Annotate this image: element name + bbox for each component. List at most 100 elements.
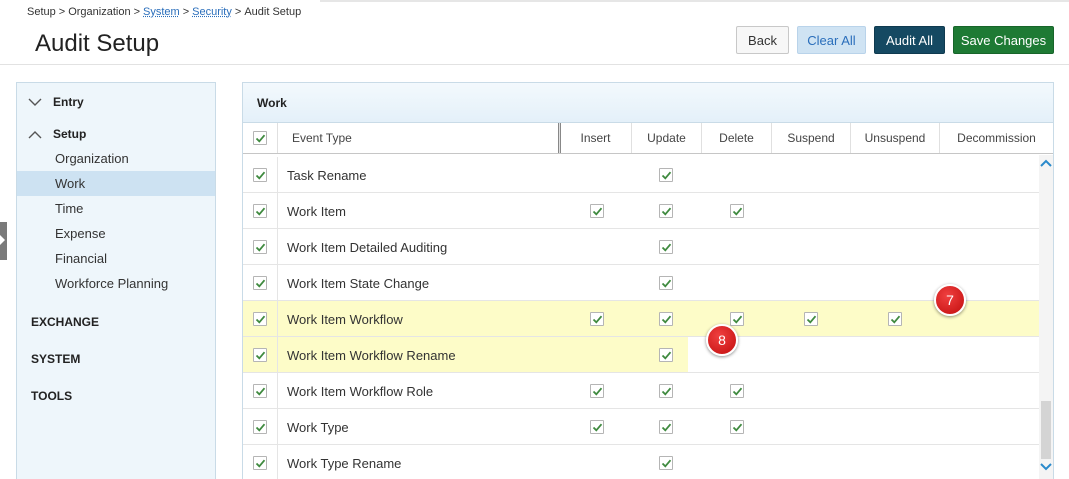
audit-insert-checkbox[interactable] (590, 384, 604, 398)
header-divider (0, 64, 1069, 65)
event-type-label: Work Type Rename (287, 455, 402, 471)
row-select-checkbox[interactable] (253, 240, 267, 254)
breadcrumb-separator: > (133, 6, 140, 18)
audit-delete-checkbox[interactable] (730, 204, 744, 218)
sidebar-nav: Entry Setup Organization Work Time Expen… (16, 82, 216, 479)
event-type-label: Task Rename (287, 167, 367, 183)
column-resize-handle[interactable] (558, 123, 561, 153)
cell-divider (277, 409, 278, 445)
event-type-label: Work Type (287, 419, 349, 435)
column-header-unsuspend[interactable]: Unsuspend (851, 123, 940, 153)
audit-update-checkbox[interactable] (659, 348, 673, 362)
row-select-checkbox[interactable] (253, 312, 267, 326)
breadcrumb: Setup > Organization > System > Security > Audit… (27, 6, 301, 18)
page-title: Audit Setup (35, 30, 160, 57)
sidebar-item-time[interactable]: Time (17, 196, 215, 221)
event-type-label: Work Item Workflow Role (287, 383, 434, 399)
sidebar-section-setup[interactable]: Setup (17, 122, 215, 146)
audit-insert-checkbox[interactable] (590, 312, 604, 326)
row-select-checkbox[interactable] (253, 384, 267, 398)
table-header: Event Type Insert Update Delete Suspend … (243, 123, 1053, 154)
event-type-label: Work Item (287, 203, 346, 219)
column-header-update[interactable]: Update (632, 123, 702, 153)
table-row: Work Item Workflow Role (243, 373, 1039, 409)
cell-divider (277, 301, 278, 337)
audit-update-checkbox[interactable] (659, 168, 673, 182)
breadcrumb-separator: > (58, 6, 66, 18)
callout-badge-7: 7 (934, 284, 966, 316)
row-select-checkbox[interactable] (253, 168, 267, 182)
breadcrumb-organization[interactable]: Organization (68, 6, 130, 18)
audit-update-checkbox[interactable] (659, 312, 673, 326)
audit-insert-checkbox[interactable] (590, 420, 604, 434)
cell-divider (277, 193, 278, 229)
audit-update-checkbox[interactable] (659, 384, 673, 398)
cell-divider (277, 157, 278, 193)
cell-divider (277, 337, 278, 373)
audit-all-button[interactable]: Audit All (874, 26, 945, 54)
event-type-label: Work Item Detailed Auditing (287, 239, 448, 255)
audit-insert-checkbox[interactable] (590, 204, 604, 218)
audit-delete-checkbox[interactable] (730, 312, 744, 326)
chevron-up-icon (17, 130, 53, 139)
sidebar-category-system[interactable]: SYSTEM (31, 352, 80, 366)
breadcrumb-separator: > (234, 6, 242, 18)
chevron-down-icon (17, 98, 53, 107)
column-header-insert[interactable]: Insert (560, 123, 632, 153)
audit-delete-checkbox[interactable] (730, 384, 744, 398)
audit-update-checkbox[interactable] (659, 420, 673, 434)
breadcrumb-audit-setup: Audit Setup (244, 6, 302, 18)
column-header-event-type[interactable]: Event Type (278, 123, 560, 153)
breadcrumb-security[interactable]: Security (192, 6, 232, 18)
audit-update-checkbox[interactable] (659, 276, 673, 290)
save-changes-button[interactable]: Save Changes (953, 26, 1054, 54)
row-select-checkbox[interactable] (253, 420, 267, 434)
table-row: Task Rename (243, 157, 1039, 193)
event-type-label: Work Item State Change (287, 275, 430, 291)
row-select-checkbox[interactable] (253, 204, 267, 218)
audit-update-checkbox[interactable] (659, 456, 673, 470)
sidebar-item-workforce-planning[interactable]: Workforce Planning (17, 271, 215, 296)
audit-update-checkbox[interactable] (659, 240, 673, 254)
audit-suspend-checkbox[interactable] (804, 312, 818, 326)
table-row: Work Item Detailed Auditing (243, 229, 1039, 265)
select-all-checkbox[interactable] (253, 131, 267, 145)
row-select-checkbox[interactable] (253, 276, 267, 290)
table-row: Work Item Workflow (243, 301, 1039, 337)
sidebar-item-work[interactable]: Work (17, 171, 215, 196)
breadcrumb-system[interactable]: System (143, 6, 180, 18)
sidebar-item-financial[interactable]: Financial (17, 246, 215, 271)
table-row: Work Item State Change (243, 265, 1039, 301)
column-header-delete[interactable]: Delete (702, 123, 772, 153)
sidebar-section-label: Entry (53, 95, 84, 109)
cell-divider (277, 445, 278, 479)
callout-badge-8: 8 (706, 324, 738, 356)
sidebar-item-organization[interactable]: Organization (17, 146, 215, 171)
table-row: Work Item Workflow Rename (243, 337, 1039, 373)
scroll-down-icon[interactable] (1040, 459, 1052, 471)
row-select-checkbox[interactable] (253, 348, 267, 362)
table-row: Work Type (243, 409, 1039, 445)
sidebar-category-tools[interactable]: TOOLS (31, 389, 72, 403)
panel-title: Work (243, 83, 1053, 123)
sidebar-category-exchange[interactable]: EXCHANGE (31, 315, 99, 329)
audit-unsuspend-checkbox[interactable] (888, 312, 902, 326)
event-table-body: Task Rename Work Item Work Item Detailed A… (243, 155, 1039, 479)
column-header-decommission[interactable]: Decommission (940, 123, 1053, 153)
clear-all-button[interactable]: Clear All (797, 26, 866, 54)
sidebar-section-entry[interactable]: Entry (17, 90, 215, 114)
audit-update-checkbox[interactable] (659, 204, 673, 218)
column-header-suspend[interactable]: Suspend (772, 123, 851, 153)
sidebar-item-expense[interactable]: Expense (17, 221, 215, 246)
scrollbar-thumb[interactable] (1041, 401, 1051, 459)
sidebar-section-label: Setup (53, 127, 87, 141)
scroll-up-icon[interactable] (1040, 155, 1052, 167)
event-type-label: Work Item Workflow (287, 311, 403, 327)
top-border (320, 0, 1069, 2)
back-button[interactable]: Back (736, 26, 789, 54)
cell-divider (277, 265, 278, 301)
audit-delete-checkbox[interactable] (730, 420, 744, 434)
row-select-checkbox[interactable] (253, 456, 267, 470)
expand-arrow-icon (0, 235, 5, 245)
breadcrumb-setup[interactable]: Setup (27, 6, 56, 18)
